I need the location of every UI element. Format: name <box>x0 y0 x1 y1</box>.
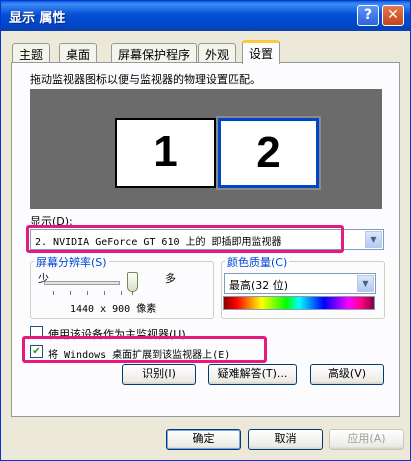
slider-tick <box>87 291 88 295</box>
tab-appearance[interactable]: 外观 <box>198 43 237 63</box>
cancel-button[interactable]: 取消 <box>248 429 323 450</box>
chevron-down-icon[interactable]: ▼ <box>357 275 374 292</box>
advanced-button[interactable]: 高级(V) <box>310 364 384 385</box>
color-quality-title: 颜色质量(C) <box>225 254 290 270</box>
color-spectrum-bar <box>223 296 375 310</box>
troubleshoot-button[interactable]: 疑难解答(T)... <box>208 364 297 385</box>
monitor-1-icon[interactable]: 1 <box>115 118 216 188</box>
color-quality-select[interactable]: 最高(32 位) ▼ <box>224 273 376 294</box>
monitor-2-icon[interactable]: 2 <box>216 116 321 190</box>
slider-tick <box>70 291 71 295</box>
apply-button[interactable]: 应用(A) <box>329 429 404 450</box>
resolution-title: 屏幕分辨率(S) <box>34 254 109 270</box>
tab-strip: 主题 桌面 屏幕保护程序 外观 设置 <box>1 31 410 64</box>
identify-button[interactable]: 识别(I) <box>122 364 196 385</box>
color-quality-value: 最高(32 位) <box>229 279 289 292</box>
close-button[interactable]: ✕ <box>382 5 404 26</box>
monitor-arrangement-area[interactable]: 1 2 <box>30 89 382 209</box>
resolution-more-label: 多 <box>165 272 176 285</box>
chevron-down-icon[interactable]: ▼ <box>365 231 382 248</box>
slider-tick <box>53 291 54 295</box>
instruction-text: 拖动监视器图标以便与监视器的物理设置匹配。 <box>30 73 261 86</box>
display-properties-window: 显示 属性 ? ✕ 主题 桌面 屏幕保护程序 外观 设置 拖动监视器图标以便与监… <box>0 0 411 461</box>
tab-desktop[interactable]: 桌面 <box>59 43 98 63</box>
display-highlight-box <box>26 225 344 253</box>
slider-tick <box>121 291 122 295</box>
resolution-value: 1440 x 900 像素 <box>70 304 157 315</box>
resolution-slider-thumb[interactable] <box>127 272 138 292</box>
window-title: 显示 属性 <box>9 11 66 26</box>
extend-highlight-box <box>22 336 267 363</box>
tab-settings[interactable]: 设置 <box>242 40 281 64</box>
ok-button[interactable]: 确定 <box>166 429 241 450</box>
slider-tick <box>104 291 105 295</box>
tab-screensaver[interactable]: 屏幕保护程序 <box>111 43 198 63</box>
resolution-slider-track[interactable] <box>44 281 120 285</box>
tab-theme[interactable]: 主题 <box>12 43 51 63</box>
help-button[interactable]: ? <box>357 5 379 26</box>
title-bar[interactable]: 显示 属性 ? ✕ <box>1 1 410 31</box>
settings-panel: 拖动监视器图标以便与监视器的物理设置匹配。 1 2 显示(D): 2. NVID… <box>11 62 400 417</box>
